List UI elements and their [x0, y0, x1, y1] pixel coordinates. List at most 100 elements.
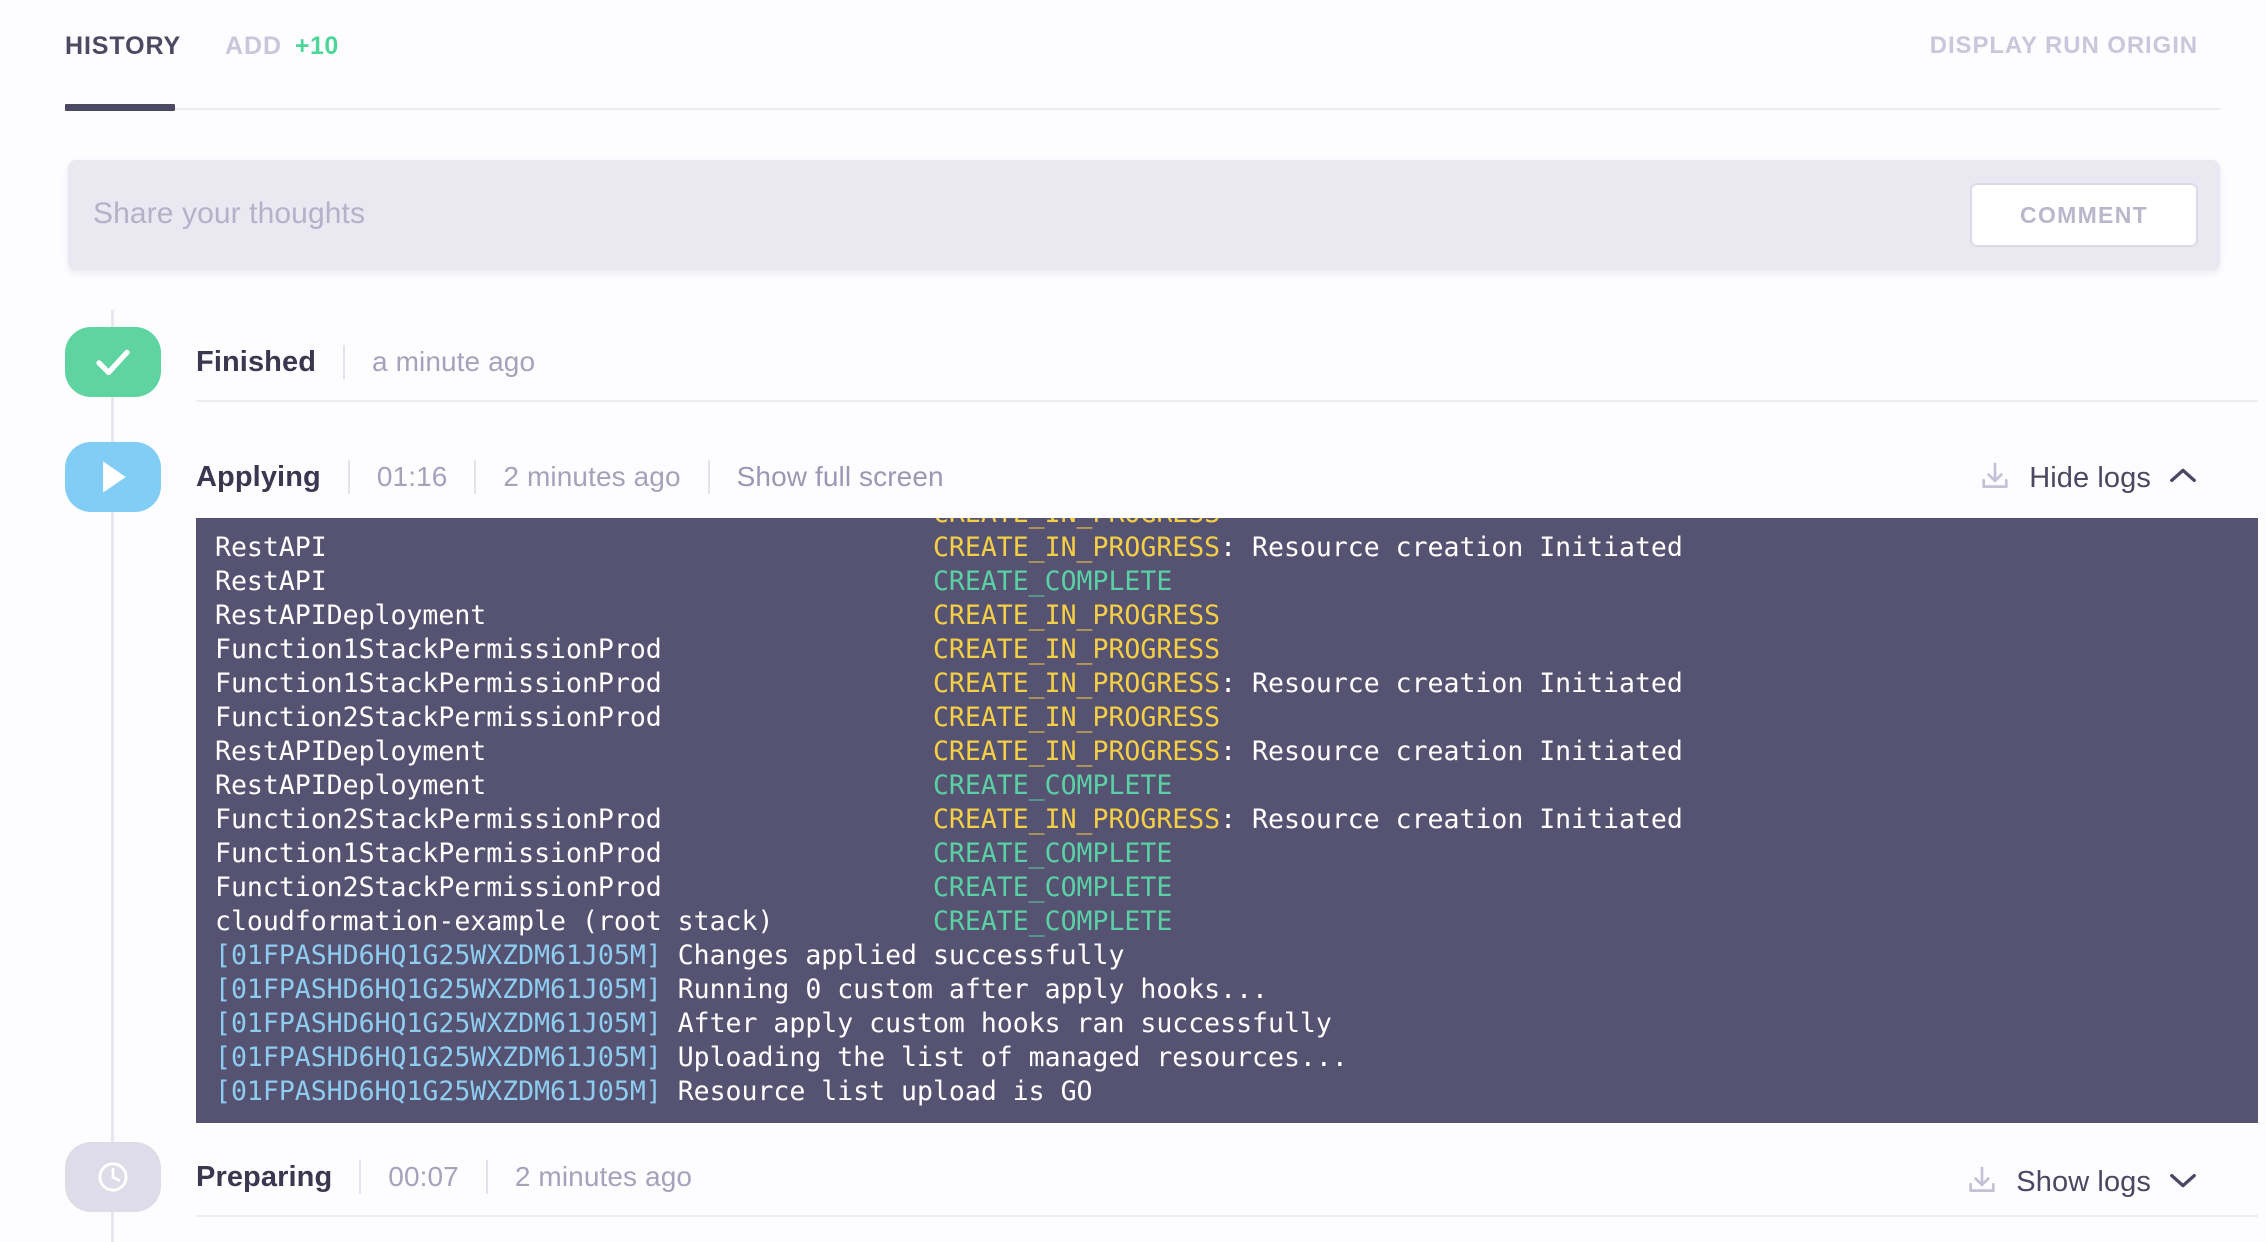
log-resource-name: cloudformation-example (root stack) — [215, 906, 933, 937]
log-status: CREATE_IN_PROGRESS — [933, 518, 1220, 529]
log-resource-name: RestAPIDeployment — [215, 600, 933, 631]
divider — [474, 460, 477, 494]
log-line: [01FPASHD6HQ1G25WXZDM61J05M] Changes app… — [215, 939, 2258, 973]
show-logs-label[interactable]: Show logs — [2016, 1166, 2151, 1199]
log-detail: : Resource creation Initiated — [1220, 736, 1683, 767]
tab-list: HISTORY ADD +10 — [65, 34, 339, 62]
download-icon[interactable] — [1978, 459, 2012, 498]
log-message: After apply custom hooks ran successfull… — [677, 1008, 1332, 1039]
tab-add-wrapper[interactable]: ADD +10 — [225, 34, 339, 62]
log-line: Function1StackPermissionProd CREATE_COMP… — [215, 837, 2258, 871]
row-divider-finished — [196, 400, 2258, 402]
timeline-row-finished: Finished a minute ago — [196, 340, 535, 384]
log-message: Changes applied successfully — [677, 940, 1125, 971]
log-status: CREATE_COMPLETE — [932, 906, 1173, 937]
download-icon[interactable] — [1965, 1163, 1999, 1202]
log-line: Function1StackPermissionProd CREATE_IN_P… — [215, 633, 2258, 667]
log-detail: : Resource creation Initiated — [1220, 668, 1683, 699]
applying-label: Applying — [196, 460, 321, 493]
timeline-row-preparing: Preparing 00:07 2 minutes ago — [196, 1155, 692, 1199]
preparing-label: Preparing — [196, 1160, 333, 1193]
log-line: cloudformation-example (root stack) CREA… — [215, 905, 2258, 939]
log-detail: : Resource creation Initiated — [1220, 804, 1683, 835]
log-status: CREATE_COMPLETE — [932, 872, 1173, 903]
log-status: CREATE_IN_PROGRESS — [932, 668, 1221, 699]
divider — [359, 1160, 362, 1194]
log-resource-name: Function2StackPermissionProd — [215, 872, 933, 903]
tabbar-baseline — [65, 108, 2220, 110]
log-status: CREATE_IN_PROGRESS — [932, 804, 1221, 835]
divider — [347, 460, 350, 494]
log-line: RestAPI CREATE_IN_PROGRESS: Resource cre… — [215, 531, 2258, 565]
log-run-id: [01FPASHD6HQ1G25WXZDM61J05M] — [215, 1076, 678, 1107]
divider — [707, 460, 710, 494]
log-line: Function2StackPermissionProd CREATE_COMP… — [215, 871, 2258, 905]
show-logs-control[interactable]: Show logs — [1965, 1163, 2198, 1202]
log-output-panel[interactable]: CREATE_IN_PROGRESSRestAPI CREATE_IN_PROG… — [196, 518, 2258, 1123]
log-resource-name: Function1StackPermissionProd — [215, 634, 933, 665]
comment-submit-button[interactable]: COMMENT — [1970, 183, 2198, 247]
log-resource-name: Function1StackPermissionProd — [215, 838, 933, 869]
divider — [343, 345, 346, 379]
show-full-screen-button[interactable]: Show full screen — [737, 461, 944, 493]
log-line: RestAPIDeployment CREATE_IN_PROGRESS — [215, 599, 2258, 633]
log-resource-name: RestAPI — [215, 532, 933, 563]
log-run-id: [01FPASHD6HQ1G25WXZDM61J05M] — [215, 940, 678, 971]
divider — [485, 1160, 488, 1194]
log-status: CREATE_IN_PROGRESS — [932, 736, 1221, 767]
log-resource-name — [215, 518, 933, 529]
log-status: CREATE_IN_PROGRESS — [932, 702, 1221, 733]
log-resource-name: Function2StackPermissionProd — [215, 804, 933, 835]
log-resource-name: Function2StackPermissionProd — [215, 702, 933, 733]
log-status: CREATE_COMPLETE — [932, 770, 1173, 801]
chevron-up-icon[interactable] — [2168, 465, 2198, 492]
applying-timeago: 2 minutes ago — [503, 461, 681, 492]
chevron-down-icon[interactable] — [2168, 1169, 2198, 1196]
log-run-id: [01FPASHD6HQ1G25WXZDM61J05M] — [215, 974, 678, 1005]
tab-active-underline — [65, 104, 175, 111]
log-line: Function2StackPermissionProd CREATE_IN_P… — [215, 701, 2258, 735]
log-resource-name: RestAPI — [215, 566, 933, 597]
finished-timeago: a minute ago — [372, 346, 536, 377]
log-message: Uploading the list of managed resources.… — [677, 1042, 1348, 1073]
check-icon — [65, 327, 161, 397]
log-run-id: [01FPASHD6HQ1G25WXZDM61J05M] — [215, 1042, 678, 1073]
log-resource-name: RestAPIDeployment — [215, 736, 933, 767]
tab-history[interactable]: HISTORY — [65, 34, 181, 62]
hide-logs-label[interactable]: Hide logs — [2029, 462, 2151, 495]
log-status: CREATE_COMPLETE — [932, 838, 1173, 869]
log-line: [01FPASHD6HQ1G25WXZDM61J05M] After apply… — [215, 1007, 2258, 1041]
log-line: RestAPIDeployment CREATE_IN_PROGRESS: Re… — [215, 735, 2258, 769]
finished-label: Finished — [196, 345, 317, 378]
tab-add-badge: +10 — [294, 32, 339, 60]
play-icon — [65, 442, 161, 512]
hide-logs-control[interactable]: Hide logs — [1978, 459, 2198, 498]
log-resource-name: RestAPIDeployment — [215, 770, 933, 801]
run-history-page: HISTORY ADD +10 DISPLAY RUN ORIGIN Share… — [0, 0, 2266, 1242]
timeline-row-applying: Applying 01:16 2 minutes ago Show full s… — [196, 455, 944, 499]
log-status: CREATE_IN_PROGRESS — [932, 634, 1221, 665]
comment-input[interactable]: Share your thoughts — [93, 196, 365, 232]
log-detail: : Resource creation Initiated — [1220, 532, 1683, 563]
row-divider-preparing — [196, 1215, 2258, 1217]
clock-icon — [65, 1142, 161, 1212]
log-line: CREATE_IN_PROGRESS — [215, 518, 2258, 531]
header-tabbar: HISTORY ADD +10 DISPLAY RUN ORIGIN — [0, 0, 2266, 114]
tab-add[interactable]: ADD — [225, 34, 282, 62]
preparing-timeago: 2 minutes ago — [514, 1161, 693, 1192]
log-message: Running 0 custom after apply hooks... — [677, 974, 1268, 1005]
log-line: [01FPASHD6HQ1G25WXZDM61J05M] Uploading t… — [215, 1041, 2258, 1075]
display-run-origin-button[interactable]: DISPLAY RUN ORIGIN — [1930, 32, 2198, 60]
log-lines-container: CREATE_IN_PROGRESSRestAPI CREATE_IN_PROG… — [196, 518, 2258, 1109]
log-resource-name: Function1StackPermissionProd — [215, 668, 933, 699]
log-line: Function2StackPermissionProd CREATE_IN_P… — [215, 803, 2258, 837]
comment-box: Share your thoughts COMMENT — [68, 160, 2220, 270]
log-line: [01FPASHD6HQ1G25WXZDM61J05M] Resource li… — [215, 1075, 2258, 1109]
preparing-duration: 00:07 — [388, 1161, 459, 1192]
log-status: CREATE_COMPLETE — [932, 566, 1173, 597]
log-line: [01FPASHD6HQ1G25WXZDM61J05M] Running 0 c… — [215, 973, 2258, 1007]
log-line: RestAPI CREATE_COMPLETE — [215, 565, 2258, 599]
log-run-id: [01FPASHD6HQ1G25WXZDM61J05M] — [215, 1008, 678, 1039]
log-status: CREATE_IN_PROGRESS — [932, 532, 1221, 563]
log-line: RestAPIDeployment CREATE_COMPLETE — [215, 769, 2258, 803]
